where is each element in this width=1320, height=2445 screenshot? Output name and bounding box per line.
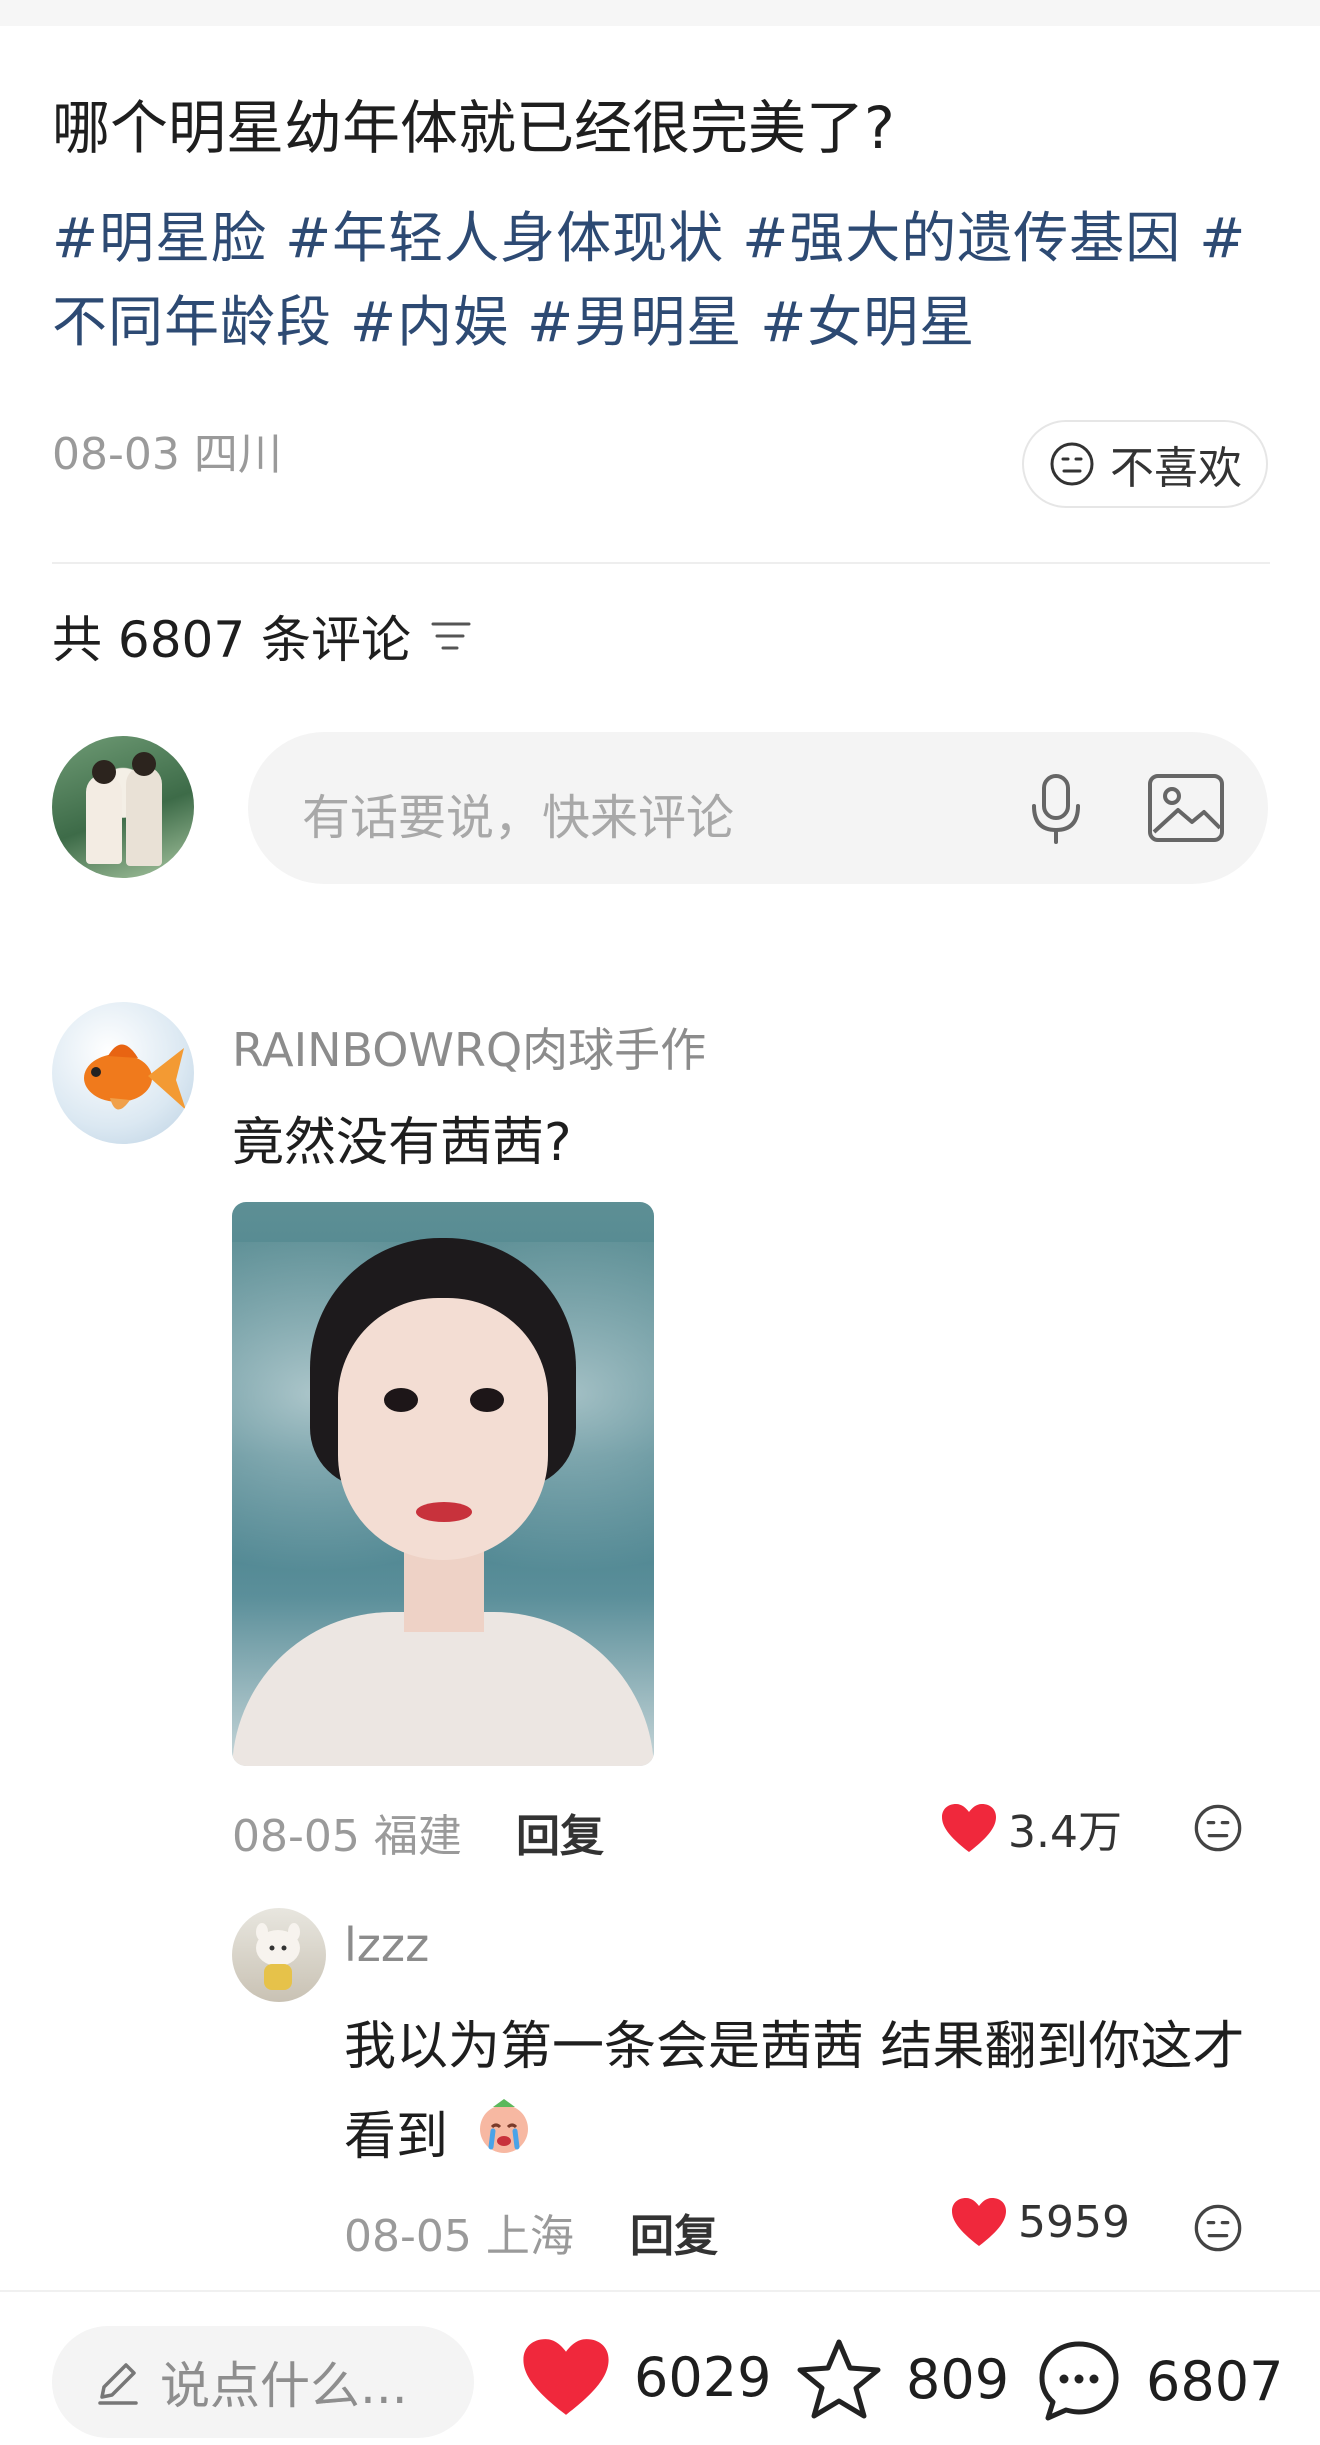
- divider: [52, 562, 1270, 564]
- dislike-label: 不喜欢: [1110, 443, 1242, 494]
- comments-header: 共 6807 条评论: [52, 600, 473, 672]
- post-like-count: 6029: [634, 2345, 772, 2409]
- status-strip: [0, 0, 1320, 26]
- post-like-button[interactable]: 6029: [520, 2336, 771, 2418]
- comment-input[interactable]: 有话要说，快来评论: [248, 732, 1268, 884]
- comment-button[interactable]: 6807: [1034, 2336, 1283, 2426]
- heart-icon: [523, 2339, 609, 2415]
- reply-like-count: 5959: [1018, 2196, 1130, 2248]
- favorite-count: 809: [906, 2347, 1010, 2411]
- tag-link[interactable]: #年轻人身体现状: [285, 206, 724, 270]
- neutral-face-icon: [1050, 442, 1094, 486]
- goldfish-icon: [84, 1044, 186, 1110]
- sort-icon[interactable]: [429, 616, 473, 656]
- reply-user-name[interactable]: lzzz: [344, 1918, 429, 1972]
- comment-image[interactable]: [232, 1202, 654, 1766]
- reply-text: 我以为第一条会是茜茜 结果翻到你这才看到: [344, 2002, 1274, 2185]
- say-something-placeholder: 说点什么...: [160, 2357, 408, 2415]
- tag-link[interactable]: #明星脸: [52, 206, 267, 270]
- current-user-avatar[interactable]: [52, 736, 194, 878]
- tag-link[interactable]: #内娱: [350, 290, 509, 354]
- commenter-avatar[interactable]: [52, 1002, 194, 1144]
- tag-link[interactable]: #男明星: [527, 290, 742, 354]
- microphone-icon[interactable]: [1018, 770, 1094, 846]
- tag-link[interactable]: #强大的遗传基因: [742, 206, 1181, 270]
- tag-link[interactable]: #女明星: [760, 290, 975, 354]
- comment-like-count: 3.4万: [1008, 1807, 1122, 1858]
- comment-count: 共 6807 条评论: [52, 611, 412, 669]
- crying-emoji-icon: [473, 2095, 535, 2185]
- commenter-name[interactable]: RAINBOWRQ肉球手作: [232, 1014, 706, 1080]
- plush-toy-icon: [256, 1923, 300, 1990]
- favorite-button[interactable]: 809: [794, 2336, 1009, 2422]
- heart-icon: [952, 2198, 1006, 2246]
- neutral-face-icon[interactable]: [1192, 1802, 1244, 1854]
- star-icon: [797, 2339, 881, 2419]
- reply-like-button[interactable]: 5959: [950, 2196, 1130, 2248]
- post-tags: #明星脸 #年轻人身体现状 #强大的遗传基因 #不同年龄段 #内娱 #男明星 #女明星: [52, 196, 1282, 364]
- neutral-face-icon[interactable]: [1192, 2202, 1244, 2254]
- pencil-icon: [98, 2363, 138, 2405]
- say-something-input[interactable]: 说点什么...: [52, 2326, 474, 2438]
- comment-input-placeholder: 有话要说，快来评论: [302, 790, 735, 846]
- post-date-location: 08-03 四川: [52, 429, 282, 480]
- reply-button[interactable]: 回复: [516, 1800, 604, 1864]
- comment-like-button[interactable]: 3.4万: [940, 1796, 1122, 1860]
- reply-date-location: 08-05 上海: [344, 2211, 574, 2262]
- comment-count-bottom: 6807: [1146, 2349, 1284, 2413]
- bottom-action-bar: 说点什么... 6029 809 6807: [0, 2290, 1320, 2445]
- comment-text: 竟然没有茜茜?: [232, 1113, 572, 1173]
- heart-icon: [942, 1804, 996, 1852]
- image-icon[interactable]: [1146, 770, 1226, 846]
- post-title: 哪个明星幼年体就已经很完美了?: [52, 94, 895, 162]
- reply-avatar[interactable]: [232, 1908, 326, 2002]
- dislike-button[interactable]: 不喜欢: [1022, 420, 1268, 508]
- comment-bubble-icon: [1039, 2341, 1119, 2421]
- reply-button[interactable]: 回复: [630, 2200, 718, 2264]
- comment-date-location: 08-05 福建: [232, 1811, 462, 1862]
